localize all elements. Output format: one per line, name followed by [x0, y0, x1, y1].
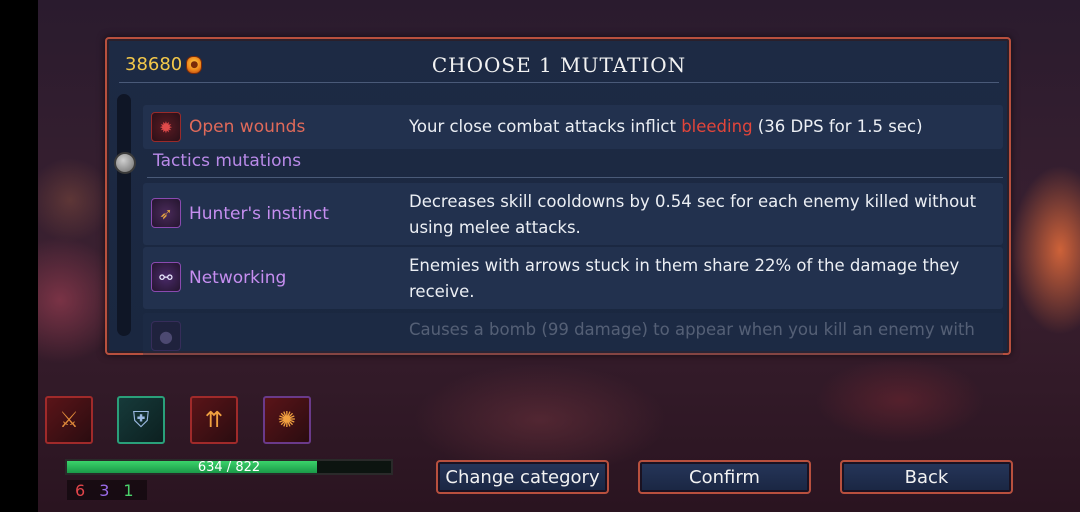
mutation-description: Decreases skill cooldowns by 0.54 sec fo…: [409, 192, 977, 237]
mutation-description: Your close combat attacks inflict bleedi…: [409, 117, 923, 136]
mutation-name: Hunter's instinct: [189, 204, 329, 224]
panel-header: 38680 ● CHOOSE 1 MUTATION: [119, 51, 999, 83]
bleeding-keyword: bleeding: [681, 117, 753, 136]
mutation-name: Open wounds: [189, 117, 306, 137]
screen-edge: [0, 0, 38, 512]
bleeding-wound-icon: ✹: [151, 112, 181, 142]
mutation-row-partial[interactable]: ● Causes a bomb (99 damage) to appear wh…: [143, 313, 1003, 355]
turret-skill-icon: ⇈: [204, 407, 224, 433]
weapon-slot-primary[interactable]: ⚔: [45, 396, 93, 444]
scroll-stats: 6 3 1: [67, 480, 147, 500]
tactics-stat: 3: [99, 480, 110, 500]
scrollbar-thumb[interactable]: [114, 152, 136, 174]
weapon-slot-secondary[interactable]: ⛨: [117, 396, 165, 444]
scrollbar-track[interactable]: [117, 94, 131, 336]
section-divider: [147, 177, 1003, 178]
mutation-panel: 38680 ● CHOOSE 1 MUTATION ✹ Open wounds …: [105, 37, 1011, 355]
network-link-icon: ⚯: [151, 262, 181, 292]
mutation-row-open-wounds[interactable]: ✹ Open wounds Your close combat attacks …: [143, 105, 1003, 149]
health-bar: 634 / 822: [65, 459, 393, 475]
sword-weapon-icon: ⚔: [59, 407, 79, 433]
health-text: 634 / 822: [197, 460, 261, 475]
mutation-description: Causes a bomb (99 damage) to appear when…: [409, 320, 975, 339]
page-title: CHOOSE 1 MUTATION: [431, 53, 687, 77]
crossed-arrows-icon: ➶: [151, 198, 181, 228]
skill-slot-left[interactable]: ⇈: [190, 396, 238, 444]
change-category-button[interactable]: Change category: [436, 460, 609, 494]
back-button[interactable]: Back: [840, 460, 1013, 494]
brutality-stat: 6: [75, 480, 86, 500]
mutation-description: Enemies with arrows stuck in them share …: [409, 256, 960, 301]
mutation-list: ✹ Open wounds Your close combat attacks …: [143, 101, 1005, 355]
bomb-icon: ●: [151, 321, 181, 351]
fire-skill-icon: ✺: [277, 407, 297, 433]
mutation-row-networking[interactable]: ⚯ Networking Enemies with arrows stuck i…: [143, 247, 1003, 309]
confirm-button[interactable]: Confirm: [638, 460, 811, 494]
skill-slot-right[interactable]: ✺: [263, 396, 311, 444]
mutation-name: Networking: [189, 268, 287, 288]
survival-stat: 1: [123, 480, 134, 500]
section-label-tactics: Tactics mutations: [153, 151, 302, 171]
shield-icon: ⛨: [132, 407, 150, 433]
mutation-row-hunters-instinct[interactable]: ➶ Hunter's instinct Decreases skill cool…: [143, 183, 1003, 245]
